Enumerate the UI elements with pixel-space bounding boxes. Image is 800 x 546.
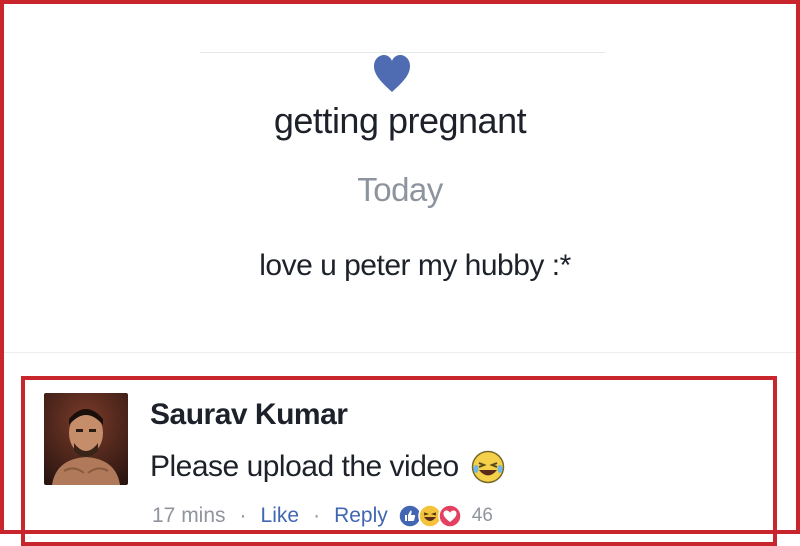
separator-dot: ·: [313, 504, 321, 527]
comment-body: Please upload the video: [150, 450, 505, 484]
avatar[interactable]: [44, 393, 128, 485]
post-divider: [0, 352, 800, 353]
comment-author[interactable]: Saurav Kumar: [150, 398, 348, 432]
comment-meta: 17 mins · Like · Reply 46: [152, 504, 493, 528]
heart-icon: [374, 55, 410, 92]
life-event-title: getting pregnant: [273, 100, 527, 141]
like-button[interactable]: Like: [261, 504, 300, 528]
comment-highlight: Saurav Kumar Please upload the video 17 …: [21, 376, 777, 546]
reaction-count: 46: [471, 505, 493, 526]
laughing-emoji-icon: [471, 450, 504, 484]
reactions-summary[interactable]: 46: [398, 504, 493, 528]
post-message: love u peter my hubby :*: [259, 249, 571, 282]
reply-button[interactable]: Reply: [334, 504, 388, 528]
love-icon: [438, 504, 462, 528]
separator-dot: ·: [239, 504, 247, 527]
event-date: Today: [357, 171, 443, 208]
comment-time[interactable]: 17 mins: [152, 504, 226, 528]
top-divider: [200, 52, 605, 53]
comment-text: Please upload the video: [150, 450, 459, 483]
